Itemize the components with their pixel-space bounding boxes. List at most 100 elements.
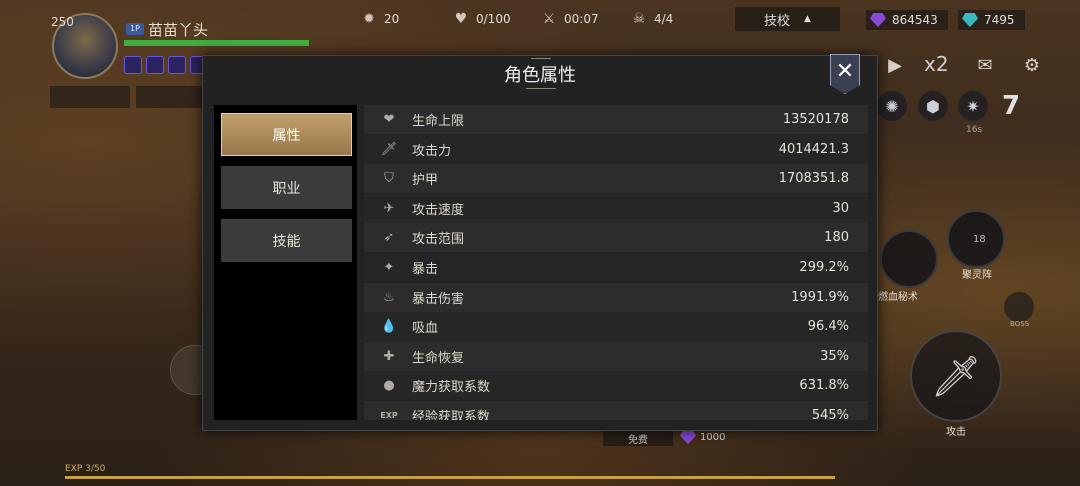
attribute-value: 1708351.8 (778, 171, 849, 187)
crit-icon: ✦ (383, 260, 395, 275)
attribute-name: 护甲 (412, 173, 439, 189)
heart-icon: ❤ (383, 112, 395, 127)
attribute-value: 545% (811, 408, 849, 420)
shield-icon: ⛉ (384, 171, 394, 187)
mail-icon[interactable]: ✉ (970, 50, 1000, 80)
hud-slot[interactable] (50, 86, 130, 108)
title-ornament (526, 88, 556, 94)
attribute-row: ❤ 生命上限 13520178 (364, 105, 868, 134)
player-badge: 1P (126, 23, 144, 35)
attribute-value: 30 (832, 200, 849, 216)
attribute-value: 299.2% (799, 260, 849, 275)
tab-class[interactable]: 职业 (221, 166, 352, 209)
rune-icon[interactable]: ✺ (877, 91, 907, 121)
cost-display: 1000 (680, 430, 725, 444)
crossed-swords-icon: ⚔ (542, 11, 556, 27)
cooldown-label: 16s (966, 125, 983, 135)
play-icon[interactable]: ▶ (880, 50, 910, 80)
attribute-name: 经验获取系数 (412, 410, 491, 420)
hp-value: 0/100 (476, 12, 511, 26)
range-icon: ➶ (383, 230, 395, 246)
speed-icon: ✈ (383, 200, 395, 216)
attack-button[interactable]: 🗡 (910, 330, 1002, 422)
boss-value: 4/4 (654, 12, 674, 26)
teal-gem-value: 7495 (984, 13, 1015, 27)
buff-icon[interactable] (146, 56, 164, 74)
purple-gem-counter: 864543 (866, 10, 948, 30)
player-name: 苗苗丫头 (148, 21, 209, 39)
blood-skill-button[interactable] (880, 230, 938, 288)
attribute-row: 💧 吸血 96.4% (364, 312, 868, 342)
exp-icon: EXP (380, 411, 398, 420)
attribute-list[interactable]: ❤ 生命上限 13520178 🗡 攻击力 4014421.3 ⛉ 护甲 1708351.8 ✈ 攻… (364, 105, 868, 420)
time-stat: ⚔ 00:07 (540, 9, 599, 29)
attribute-row: 🗡 攻击力 4014421.3 (364, 134, 868, 164)
drop-icon: 💧 (380, 319, 398, 335)
sword-icon: 🗡 (930, 353, 982, 400)
attribute-name: 攻击速度 (412, 202, 465, 218)
gear-icon[interactable]: ⚙ (1017, 50, 1047, 80)
attribute-value: 4014421.3 (778, 141, 849, 157)
attribute-name: 暴击 (412, 262, 439, 277)
demon-icon: ☠ (632, 11, 646, 27)
gather-skill-cooldown: 18 (973, 234, 986, 245)
tab-skills[interactable]: 技能 (221, 219, 352, 262)
purple-gem-icon (680, 430, 696, 444)
paw-icon: ✹ (363, 11, 375, 27)
crit-damage-icon: ♨ (383, 289, 395, 305)
speed-toggle[interactable]: x2 (924, 52, 949, 76)
attribute-row: ♨ 暴击伤害 1991.9% (364, 282, 868, 312)
blood-skill-label: 燃血秘术 (878, 292, 918, 303)
heart-icon: ♥ (454, 11, 468, 27)
dialog-title: 角色属性 (504, 65, 576, 86)
purple-gem-value: 864543 (892, 13, 938, 27)
attribute-row: ✚ 生命恢复 35% (364, 341, 868, 371)
time-value: 00:07 (564, 12, 599, 26)
regen-icon: ✚ (383, 348, 395, 364)
player-level: 250 (51, 15, 74, 29)
sword-icon: 🗡 (380, 141, 398, 157)
cost-value: 1000 (700, 431, 726, 443)
crystal-icon[interactable]: ⬢ (918, 91, 948, 121)
attribute-name: 攻击力 (412, 143, 452, 159)
skill-ready-count[interactable]: 7 (1002, 91, 1020, 121)
boss-stat: ☠ 4/4 (630, 9, 674, 29)
attribute-value: 180 (824, 230, 849, 246)
purple-gem-icon (870, 13, 886, 27)
title-ornament (531, 53, 551, 59)
close-button[interactable]: ✕ (830, 54, 860, 94)
player-hp-bar (124, 40, 309, 46)
skill-dropdown-button[interactable]: 技校 ▲ (735, 7, 840, 31)
attribute-row: ✈ 攻击速度 30 (364, 193, 868, 223)
attribute-name: 生命上限 (412, 114, 465, 129)
kills-stat: ✹ 20 (360, 9, 399, 29)
attribute-value: 96.4% (807, 319, 849, 335)
attribute-value: 13520178 (782, 112, 849, 127)
exp-text: EXP 3/50 (65, 464, 106, 474)
character-attributes-dialog: 角色属性 ✕ 属性 职业 技能 ❤ 生命上限 13520178 🗡 攻击力 4014421… (202, 53, 878, 431)
triangle-up-icon: ▲ (804, 14, 811, 24)
attribute-value: 35% (820, 348, 849, 364)
buff-icon[interactable] (168, 56, 186, 74)
free-button[interactable]: 免费 (603, 430, 673, 446)
kills-value: 20 (384, 12, 400, 26)
boss-button[interactable] (1004, 292, 1034, 322)
attack-label: 攻击 (946, 427, 966, 438)
attribute-value: 1991.9% (791, 289, 849, 305)
buff-list (124, 56, 208, 74)
attribute-name: 攻击范围 (412, 232, 465, 248)
gather-skill-button[interactable]: 18 (947, 210, 1005, 268)
close-icon: ✕ (835, 59, 855, 84)
attribute-name: 暴击伤害 (412, 291, 465, 307)
attribute-row: ➶ 攻击范围 180 (364, 223, 868, 253)
mana-icon: ● (383, 378, 395, 394)
buff-icon[interactable] (124, 56, 142, 74)
attribute-row: ⛉ 护甲 1708351.8 (364, 164, 868, 194)
hud-slot[interactable] (136, 86, 206, 108)
tab-attributes[interactable]: 属性 (221, 113, 352, 156)
orb-icon[interactable]: ✷ (958, 91, 988, 121)
gather-skill-label: 聚灵阵 (962, 270, 992, 281)
attribute-row: EXP 经验获取系数 545% (364, 401, 868, 420)
exp-bar (65, 476, 835, 479)
attribute-tabs: 属性 职业 技能 (214, 105, 357, 420)
